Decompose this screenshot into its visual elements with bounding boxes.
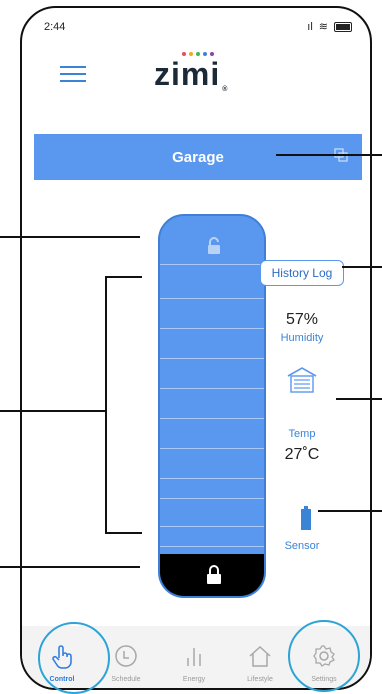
callout-line — [318, 510, 382, 512]
tab-label: Lifestyle — [247, 676, 273, 683]
door-lock-panel[interactable] — [160, 554, 264, 596]
door-slat — [160, 264, 264, 265]
status-bar: 2:44 ıl ≋ — [22, 8, 370, 44]
zimi-logo: zimi ® — [154, 52, 228, 93]
battery-sensor-icon — [301, 506, 311, 530]
unlock-icon[interactable] — [204, 236, 224, 256]
door-slat — [160, 448, 264, 449]
door-slat — [160, 358, 264, 359]
battery-icon — [334, 21, 352, 32]
tab-lifestyle[interactable]: Lifestyle — [228, 634, 292, 688]
door-slat — [160, 328, 264, 329]
tab-energy[interactable]: Energy — [162, 634, 226, 688]
callout-line — [105, 532, 142, 534]
tab-label: Energy — [182, 676, 206, 683]
house-icon — [249, 645, 271, 667]
clock-icon — [115, 645, 137, 667]
logo-dots — [182, 52, 214, 56]
door-slat — [160, 546, 264, 547]
door-slat — [160, 388, 264, 389]
callout-line — [105, 276, 142, 278]
callout-line — [336, 398, 382, 400]
room-header-bar: Garage — [34, 134, 362, 180]
phone-frame: 2:44 ıl ≋ zimi ® Garage History Log 57% … — [20, 6, 372, 690]
hamburger-menu-icon[interactable] — [60, 66, 86, 84]
history-log-button[interactable]: History Log — [260, 260, 344, 286]
status-icons: ıl ≋ — [307, 20, 352, 33]
sensor-label: Sensor — [284, 540, 320, 552]
status-time: 2:44 — [44, 21, 66, 33]
room-title: Garage — [172, 149, 224, 166]
callout-line — [0, 410, 106, 412]
callout-line — [342, 266, 382, 268]
door-slat — [160, 418, 264, 419]
callout-line — [276, 154, 382, 156]
garage-icon — [287, 367, 317, 393]
garage-door-control[interactable] — [158, 214, 266, 598]
lock-icon[interactable] — [204, 564, 224, 586]
signal-icon: ıl — [307, 20, 313, 33]
door-slat — [160, 498, 264, 499]
door-slat — [160, 298, 264, 299]
callout-bracket — [105, 276, 107, 532]
settings-highlight-circle — [288, 620, 360, 692]
humidity-label: Humidity — [280, 332, 324, 344]
door-slat — [160, 478, 264, 479]
callout-line — [0, 236, 140, 238]
temperature-label: Temp — [288, 428, 316, 440]
temperature-value: 27˚C — [284, 446, 320, 463]
humidity-value: 57% — [285, 311, 319, 328]
callout-line — [0, 566, 140, 568]
wifi-icon: ≋ — [318, 21, 328, 33]
control-highlight-circle — [38, 622, 110, 694]
bar-chart-icon — [187, 648, 201, 666]
door-slat — [160, 526, 264, 527]
